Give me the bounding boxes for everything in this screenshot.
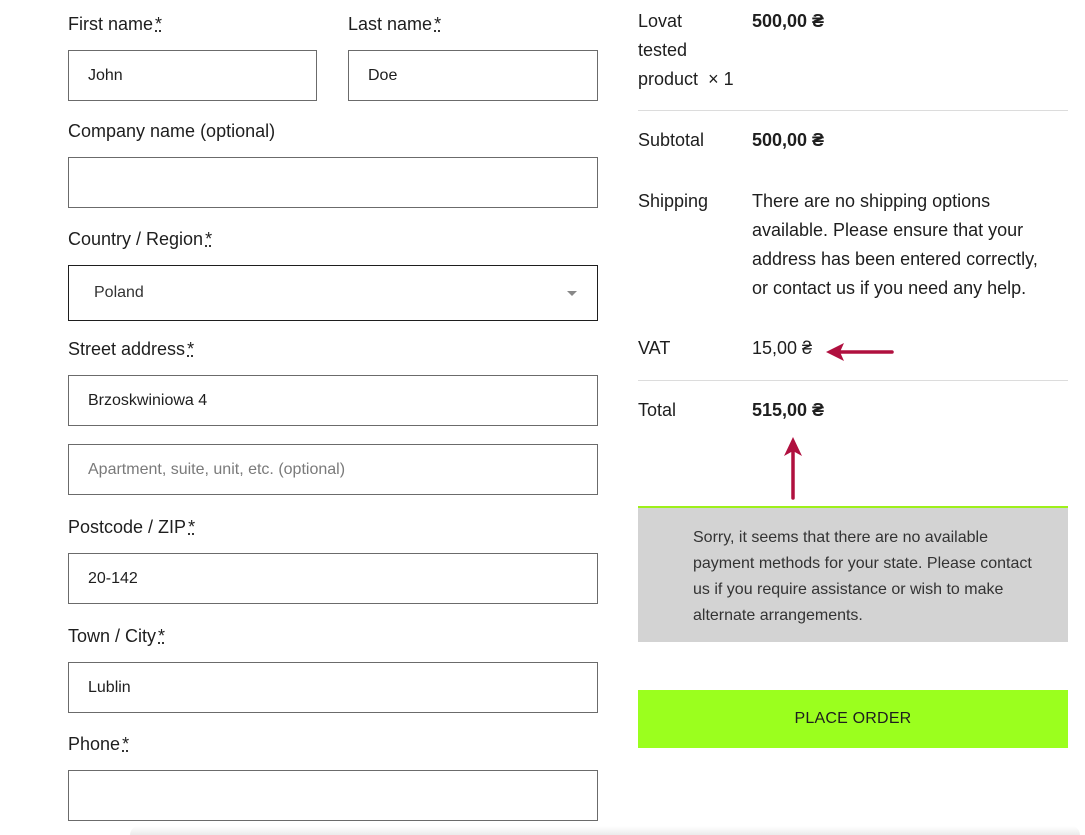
product-name: Lovat tested product × 1 xyxy=(638,11,734,89)
subtotal-value: 500,00 ₴ xyxy=(752,130,825,150)
required-marker: * xyxy=(205,229,213,249)
total-value: 515,00 ₴ xyxy=(752,400,825,420)
bottom-shadow xyxy=(130,826,1080,835)
phone-label: Phone * xyxy=(68,734,130,754)
dropdown-caret-icon xyxy=(567,291,577,296)
country-label: Country / Region * xyxy=(68,229,213,249)
street-field[interactable] xyxy=(68,375,598,426)
city-field[interactable] xyxy=(68,662,598,713)
place-order-button[interactable]: PLACE ORDER xyxy=(638,690,1068,748)
first-name-input[interactable] xyxy=(88,51,316,100)
last-name-input[interactable] xyxy=(368,51,597,100)
country-select[interactable]: Poland xyxy=(68,265,598,321)
company-input[interactable] xyxy=(88,158,597,207)
vat-label: VAT xyxy=(638,338,671,358)
required-marker: * xyxy=(188,517,196,537)
subtotal-label: Subtotal xyxy=(638,130,705,150)
payment-notice: Sorry, it seems that there are no availa… xyxy=(638,506,1068,642)
shipping-message: There are no shipping options available.… xyxy=(752,191,1038,298)
vat-value: 15,00 ₴ xyxy=(752,338,813,358)
last-name-label: Last name * xyxy=(348,14,442,34)
required-marker: * xyxy=(122,734,130,754)
first-name-field[interactable] xyxy=(68,50,317,101)
postcode-label: Postcode / ZIP * xyxy=(68,517,196,537)
required-marker: * xyxy=(158,626,166,646)
shipping-label: Shipping xyxy=(638,191,709,211)
street-input[interactable] xyxy=(88,376,597,425)
street-label: Street address * xyxy=(68,339,195,359)
phone-field[interactable] xyxy=(68,770,598,821)
last-name-field[interactable] xyxy=(348,50,598,101)
required-marker: * xyxy=(434,14,442,34)
divider xyxy=(638,110,1068,111)
country-selected-value: Poland xyxy=(94,284,144,301)
required-marker: * xyxy=(187,339,195,359)
phone-input[interactable] xyxy=(88,771,597,820)
company-field[interactable] xyxy=(68,157,598,208)
postcode-input[interactable] xyxy=(88,554,597,603)
required-marker: * xyxy=(155,14,163,34)
annotation-arrow-left-icon xyxy=(826,343,894,361)
apartment-input[interactable] xyxy=(88,445,597,494)
company-label: Company name (optional) xyxy=(68,121,276,141)
postcode-field[interactable] xyxy=(68,553,598,604)
product-quantity: × 1 xyxy=(708,69,734,89)
annotation-arrow-up-icon xyxy=(784,437,802,500)
divider xyxy=(638,380,1068,381)
total-label: Total xyxy=(638,400,677,420)
product-price: 500,00 ₴ xyxy=(752,11,825,31)
city-label: Town / City * xyxy=(68,626,166,646)
city-input[interactable] xyxy=(88,663,597,712)
apartment-field[interactable] xyxy=(68,444,598,495)
first-name-label: First name * xyxy=(68,14,163,34)
